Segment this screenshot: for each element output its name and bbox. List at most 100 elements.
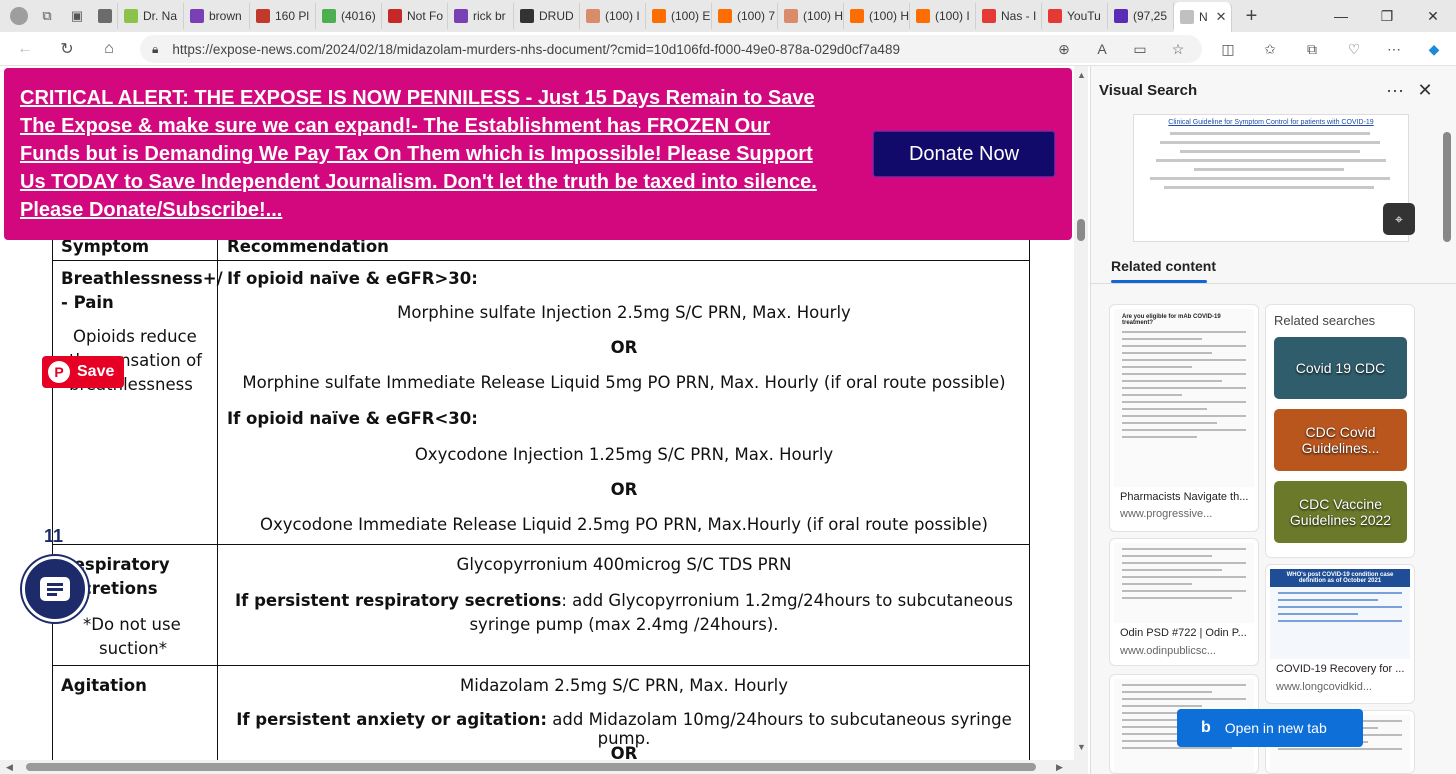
favorite-star-icon[interactable]: ☆ <box>1164 35 1192 63</box>
url-text: https://expose-news.com/2024/02/18/midaz… <box>172 41 900 57</box>
agitation-title: Agitation <box>61 676 147 695</box>
tab-favicon <box>1114 9 1128 23</box>
panel-scroll-thumb[interactable] <box>1443 132 1451 242</box>
page-horizontal-scrollbar[interactable]: ◀ ▶ <box>0 760 1088 774</box>
tab-favicon <box>586 9 600 23</box>
page-vertical-scrollbar[interactable]: ▲ ▼ <box>1074 66 1088 760</box>
related-card[interactable]: Odin PSD #722 | Odin P... www.odinpublic… <box>1109 538 1259 666</box>
more-options-icon[interactable]: ··· <box>1381 76 1409 104</box>
card-source: www.odinpublicsc... <box>1120 645 1216 657</box>
breathless-or-1: OR <box>610 338 638 357</box>
open-in-new-tab-button[interactable]: b Open in new tab <box>1177 709 1363 747</box>
tab-label: (4016) <box>341 9 376 23</box>
bing-icon: b <box>1201 719 1211 736</box>
tab-label: (100) I <box>605 9 640 23</box>
browser-essentials-icon[interactable]: ♡ <box>1340 35 1368 63</box>
tab-label: YouTu <box>1067 9 1101 23</box>
related-card[interactable]: WHO's post COVID-19 condition case defin… <box>1265 564 1415 704</box>
browser-tab[interactable]: 160 Pl <box>250 3 316 29</box>
browser-tab[interactable] <box>92 3 118 29</box>
browser-tab[interactable]: (100) E <box>646 3 712 29</box>
back-icon[interactable]: ← <box>10 34 40 64</box>
agitation-or: OR <box>610 744 638 760</box>
refresh-icon[interactable]: ↻ <box>52 34 82 64</box>
browser-tab[interactable]: (100) 7 <box>712 3 778 29</box>
zoom-icon[interactable]: ⊕ <box>1050 35 1078 63</box>
home-icon[interactable]: ⌂ <box>94 34 124 64</box>
alert-text-link[interactable]: CRITICAL ALERT: THE EXPOSE IS NOW PENNIL… <box>20 84 820 224</box>
active-tab[interactable]: N ✕ <box>1174 2 1232 32</box>
page-vertical-scroll-thumb[interactable] <box>1077 219 1085 241</box>
related-search-tile[interactable]: CDC Covid Guidelines... <box>1274 409 1407 471</box>
comments-button[interactable] <box>22 556 88 622</box>
pinterest-save-button[interactable]: P Save <box>42 356 124 388</box>
restore-icon[interactable]: ❐ <box>1364 0 1410 32</box>
visual-search-lens-icon[interactable]: ⌖ <box>1383 203 1415 235</box>
tab-favicon <box>1048 9 1062 23</box>
lock-icon: 🔒︎ <box>152 41 159 56</box>
tab-favicon <box>388 9 402 23</box>
card-caption: Pharmacists Navigate th... <box>1120 491 1248 503</box>
breathless-rx-3: Oxycodone Injection 1.25mg S/C PRN, Max.… <box>414 445 834 464</box>
collections-toolbar-icon[interactable]: ⧉ <box>1298 35 1326 63</box>
tab-label: (100) H <box>869 9 910 23</box>
browser-tab[interactable]: (100) H <box>778 3 844 29</box>
split-screen-icon[interactable]: ◫ <box>1214 35 1242 63</box>
tab-favicon <box>190 9 204 23</box>
browser-tab[interactable]: rick br <box>448 3 514 29</box>
breathless-cond-1: If opioid naïve & eGFR>30: <box>227 269 478 288</box>
minimize-icon[interactable]: — <box>1318 0 1364 32</box>
browser-tab[interactable]: YouTu <box>1042 3 1108 29</box>
respiratory-cond: If persistent respiratory secretions: ad… <box>218 591 1030 610</box>
visual-search-title: Visual Search <box>1099 82 1198 99</box>
copilot-icon[interactable]: ◆ <box>1420 35 1448 63</box>
related-content-tab[interactable]: Related content <box>1111 258 1216 274</box>
browser-tab[interactable]: brown <box>184 3 250 29</box>
browser-tab[interactable]: (100) I <box>910 3 976 29</box>
page-horizontal-scroll-thumb[interactable] <box>26 763 1036 771</box>
respiratory-cond-rest: : add Glycopyrronium 1.2mg/24hours to su… <box>561 591 1013 610</box>
related-search-tile[interactable]: CDC Vaccine Guidelines 2022 <box>1274 481 1407 543</box>
browser-tab[interactable]: (100) I <box>580 3 646 29</box>
browser-tab[interactable]: Nas - I <box>976 3 1042 29</box>
related-card[interactable]: Are you eligible for mAb COVID-19 treatm… <box>1109 304 1259 532</box>
respiratory-note-1: *Do not use <box>83 615 181 634</box>
breathless-or-2: OR <box>610 480 638 499</box>
search-image-preview: Clinical Guideline for Symptom Control f… <box>1133 114 1409 242</box>
profile-icon[interactable] <box>10 7 28 25</box>
browser-tab[interactable]: DRUD <box>514 3 580 29</box>
guideline-table: Symptom Recommendation Breathlessness+/ … <box>52 224 1030 760</box>
tab-favicon <box>850 9 864 23</box>
settings-more-icon[interactable]: ⋯ <box>1380 35 1408 63</box>
panel-divider <box>1091 283 1456 284</box>
collections-icon[interactable]: ⧉ <box>36 5 58 27</box>
tab-favicon <box>256 9 270 23</box>
tab-label: brown <box>209 9 242 23</box>
new-tab-button[interactable]: + <box>1246 5 1258 28</box>
vertical-tabs-icon[interactable]: ▣ <box>66 5 88 27</box>
read-aloud-icon[interactable]: A <box>1088 35 1116 63</box>
browser-tab[interactable]: (100) H <box>844 3 910 29</box>
browser-tab[interactable]: Dr. Na <box>118 3 184 29</box>
breathlessness-row: Breathlessness+/ - Pain Opioids reduce t… <box>53 261 1029 545</box>
tab-favicon <box>454 9 468 23</box>
immersive-reader-icon[interactable]: ▭ <box>1126 35 1154 63</box>
tab-label: rick br <box>473 9 506 23</box>
tab-favicon <box>982 9 996 23</box>
breathless-title-2: - Pain <box>61 293 114 312</box>
related-search-tile[interactable]: Covid 19 CDC <box>1274 337 1407 399</box>
window-close-icon[interactable]: ✕ <box>1410 0 1456 32</box>
tab-favicon <box>520 9 534 23</box>
pinterest-save-label: Save <box>77 363 115 380</box>
favorites-icon[interactable]: ✩ <box>1256 35 1284 63</box>
close-tab-icon[interactable]: ✕ <box>1216 9 1227 25</box>
tab-label: (100) 7 <box>737 9 776 23</box>
url-bar[interactable]: 🔒︎ https://expose-news.com/2024/02/18/mi… <box>140 35 1202 63</box>
donate-now-button[interactable]: Donate Now <box>873 131 1055 177</box>
browser-tab[interactable]: Not Fo <box>382 3 448 29</box>
browser-tab[interactable]: (4016) <box>316 3 382 29</box>
donation-alert-banner: CRITICAL ALERT: THE EXPOSE IS NOW PENNIL… <box>4 68 1072 240</box>
breathless-cond-2: If opioid naïve & eGFR<30: <box>227 409 478 428</box>
close-panel-icon[interactable]: ✕ <box>1411 76 1439 104</box>
browser-tab[interactable]: (97,25 <box>1108 3 1174 29</box>
